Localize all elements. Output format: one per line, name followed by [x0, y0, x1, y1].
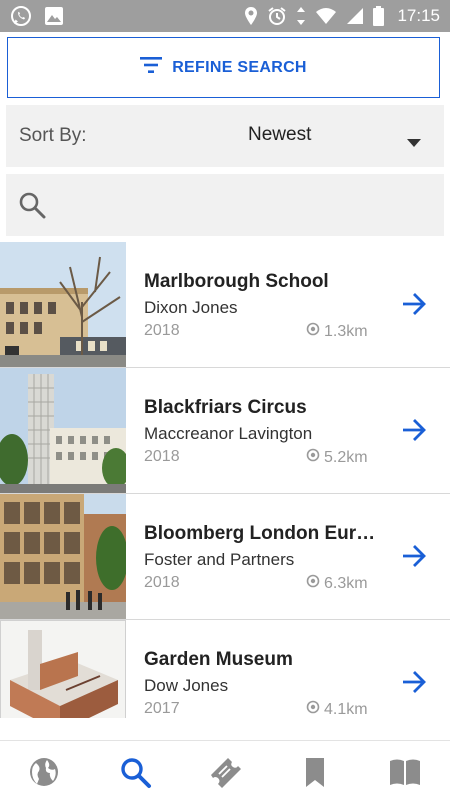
- result-architect: Foster and Partners: [144, 550, 295, 569]
- result-architect: Maccreanor Lavington: [144, 424, 313, 443]
- globe-icon[interactable]: [27, 755, 61, 789]
- arrow-right-icon[interactable]: [401, 544, 427, 573]
- building-thumbnail: [0, 368, 126, 493]
- result-year: 2017: [144, 700, 180, 717]
- result-distance: 6.3km: [306, 574, 368, 593]
- result-title: Garden Museum: [144, 649, 293, 670]
- results-list: Marlborough School Dixon Jones 2018 1.3k…: [0, 242, 450, 718]
- result-year: 2018: [144, 448, 180, 465]
- clock-time: 17:15: [397, 6, 440, 25]
- caret-down-icon: [407, 134, 421, 152]
- result-title: Bloomberg London Euro…: [144, 523, 380, 544]
- location-target-icon: [306, 700, 320, 718]
- result-distance-value: 4.1km: [324, 700, 368, 718]
- result-architect: Dow Jones: [144, 676, 229, 695]
- list-item[interactable]: Marlborough School Dixon Jones 2018 1.3k…: [0, 242, 450, 368]
- data-arrows-icon: [296, 6, 306, 26]
- list-item[interactable]: Bloomberg London Euro… Foster and Partne…: [0, 494, 450, 620]
- search-icon: [18, 191, 46, 224]
- bookmark-icon[interactable]: [298, 755, 332, 789]
- search-icon[interactable]: [118, 755, 152, 789]
- ticket-icon[interactable]: [208, 755, 242, 789]
- alarm-icon: [267, 6, 287, 26]
- location-target-icon: [306, 322, 320, 341]
- building-thumbnail: [0, 620, 126, 718]
- wifi-icon: [315, 7, 337, 25]
- result-distance: 4.1km: [306, 700, 368, 718]
- result-distance: 1.3km: [306, 322, 368, 341]
- result-architect: Dixon Jones: [144, 298, 238, 317]
- arrow-right-icon[interactable]: [401, 670, 427, 699]
- search-bar: [6, 174, 444, 236]
- building-thumbnail: [0, 494, 126, 619]
- image-icon: [44, 6, 64, 26]
- search-input[interactable]: [62, 188, 436, 224]
- result-year: 2018: [144, 322, 180, 339]
- whatsapp-icon: [10, 5, 32, 27]
- bottom-navigation: [0, 740, 450, 800]
- refine-search-label: REFINE SEARCH: [172, 58, 307, 76]
- result-distance: 5.2km: [306, 448, 368, 467]
- refine-search-button[interactable]: REFINE SEARCH: [7, 37, 440, 98]
- building-thumbnail: [0, 242, 126, 367]
- sort-by-label: Sort By:: [19, 125, 87, 146]
- result-distance-value: 5.2km: [324, 448, 368, 466]
- result-title: Marlborough School: [144, 271, 329, 292]
- result-distance-value: 6.3km: [324, 574, 368, 592]
- location-icon: [244, 6, 258, 26]
- battery-icon: [373, 6, 385, 26]
- location-target-icon: [306, 448, 320, 467]
- arrow-right-icon[interactable]: [401, 418, 427, 447]
- sort-selected-value: Newest: [248, 124, 312, 145]
- list-item[interactable]: Blackfriars Circus Maccreanor Lavington …: [0, 368, 450, 494]
- arrow-right-icon[interactable]: [401, 292, 427, 321]
- result-year: 2018: [144, 574, 180, 591]
- list-item[interactable]: Garden Museum Dow Jones 2017 4.1km: [0, 620, 450, 718]
- status-bar: 17:15: [0, 0, 450, 32]
- book-icon[interactable]: [388, 755, 422, 789]
- result-title: Blackfriars Circus: [144, 397, 307, 418]
- signal-icon: [346, 7, 364, 25]
- result-distance-value: 1.3km: [324, 322, 368, 340]
- location-target-icon: [306, 574, 320, 593]
- filter-icon: [140, 57, 163, 78]
- sort-dropdown[interactable]: Sort By: Newest: [6, 105, 444, 167]
